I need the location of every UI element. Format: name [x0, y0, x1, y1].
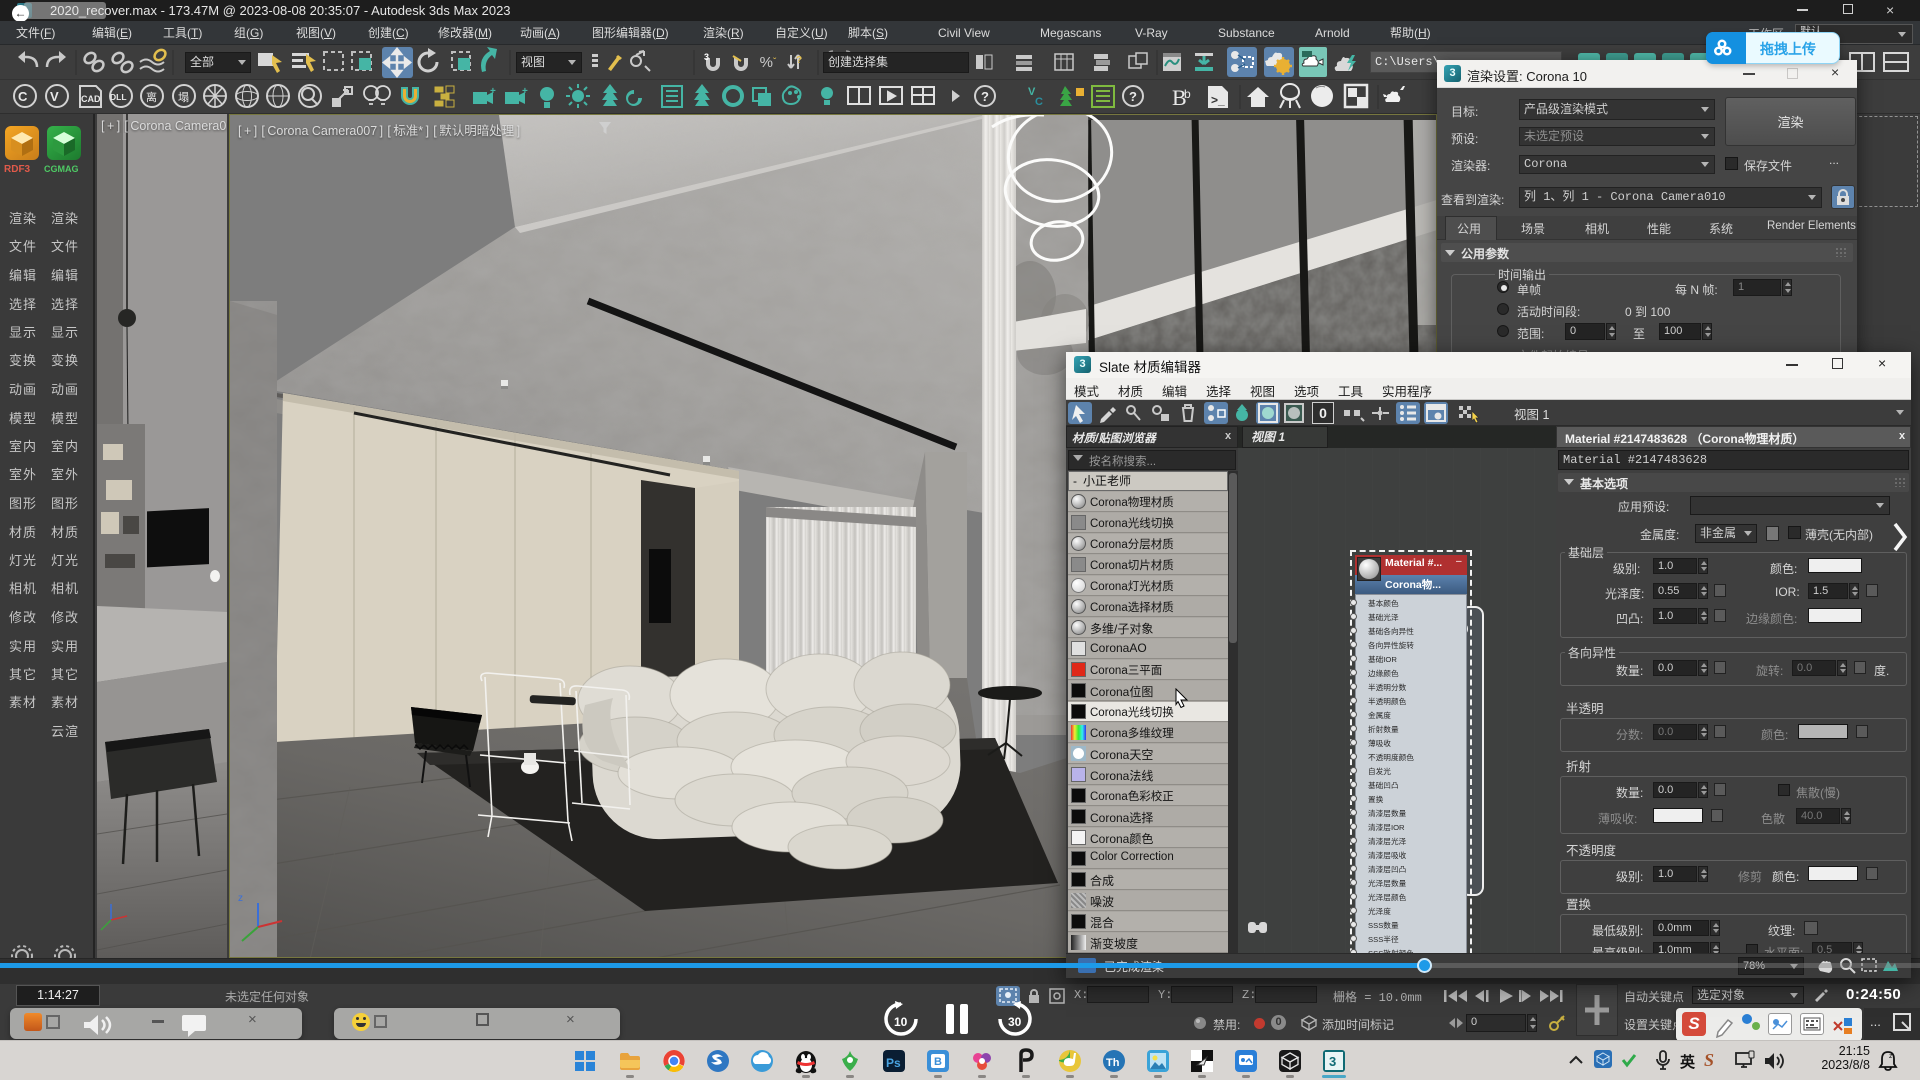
svg-text:z: z: [1889, 1053, 1893, 1060]
svg-text:C: C: [1035, 96, 1043, 108]
svg-text:DLL: DLL: [110, 92, 127, 102]
svg-text:Ps: Ps: [886, 1056, 901, 1070]
svg-text:?: ?: [981, 89, 989, 104]
svg-text:+: +: [522, 86, 528, 97]
svg-text:V: V: [50, 89, 59, 104]
svg-text:3: 3: [704, 52, 709, 62]
svg-text:?: ?: [1129, 89, 1137, 104]
svg-text:+: +: [490, 86, 496, 97]
svg-text:离: 离: [146, 90, 157, 104]
svg-text:C: C: [18, 89, 28, 104]
svg-text:?: ?: [796, 55, 802, 66]
svg-text:塌: 塌: [178, 91, 189, 104]
svg-text:3: 3: [1329, 1054, 1336, 1069]
svg-text:B: B: [934, 1056, 942, 1068]
svg-text:CAD: CAD: [81, 94, 101, 104]
svg-text:Th: Th: [1106, 1057, 1120, 1069]
svg-text:>_: >_: [1211, 93, 1225, 107]
svg-text:b: b: [1184, 87, 1191, 101]
svg-text:z: z: [238, 893, 243, 904]
